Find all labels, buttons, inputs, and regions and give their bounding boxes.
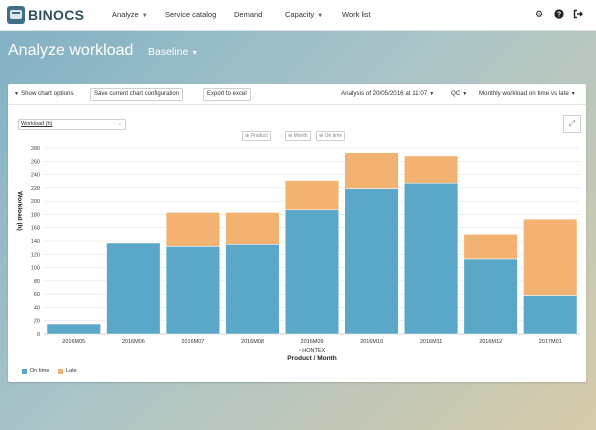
x-tick-label: 2016M10	[360, 339, 383, 345]
nav-analyze-label: Analyze	[112, 10, 139, 19]
bar-on-time	[106, 242, 161, 335]
x-tick-label: 2016M05	[62, 339, 85, 345]
chevron-down-icon: ▼	[570, 91, 576, 97]
nav-analyze[interactable]: Analyze ▼	[112, 10, 148, 19]
bar-on-time	[46, 323, 101, 335]
bar-late	[344, 152, 399, 189]
filter-month[interactable]: ⊕ Month	[285, 131, 311, 141]
x-tick-label: 2016M12	[479, 339, 502, 345]
chevron-down-icon: ▼	[317, 13, 324, 19]
qc-label: QC	[451, 90, 461, 97]
top-navigation-bar: BINOCS Analyze ▼ Service catalog Demand C…	[0, 0, 596, 31]
chevron-down-icon: ▼	[191, 50, 199, 57]
bar-on-time	[523, 295, 578, 335]
bar-on-time	[404, 182, 459, 335]
y-tick-label: 120	[31, 252, 40, 258]
y-tick-label: 20	[34, 319, 40, 325]
x-tick-label: 2017M01	[539, 339, 562, 345]
filter-on-time-label: On time	[324, 133, 343, 139]
chevron-down-icon: ▼	[462, 91, 468, 97]
analysis-label: Analysis of 20/05/2016 at 11:07	[341, 90, 428, 97]
bar-on-time	[344, 188, 399, 335]
chevron-down-icon: ⌄	[117, 121, 122, 127]
y-axis-label: Workload (h)	[16, 191, 23, 231]
bar-late	[165, 212, 220, 247]
expand-chart-icon[interactable]: ⤢	[563, 115, 581, 133]
svg-text:?: ?	[557, 12, 561, 19]
page-title: Analyze workload	[8, 42, 134, 59]
qc-selector[interactable]: QC ▼	[451, 90, 467, 97]
x-tick-label: 2016M06	[122, 339, 145, 345]
bar-on-time	[463, 258, 518, 335]
measure-label: Workload (h)	[21, 121, 53, 127]
nav-service-catalog[interactable]: Service catalog	[165, 10, 216, 19]
view-label: Monthly workload on time vs late	[479, 90, 569, 97]
chevron-down-icon: ▼	[14, 91, 19, 97]
y-tick-label: 180	[31, 212, 40, 218]
filter-product-label: Product	[250, 133, 268, 139]
bar-late	[225, 212, 280, 245]
scenario-selector[interactable]: Baseline ▼	[148, 46, 198, 58]
save-configuration-button[interactable]: Save current chart configuration	[90, 88, 184, 101]
export-to-excel-button[interactable]: Export to excel	[203, 88, 251, 101]
y-tick-label: 220	[31, 186, 40, 192]
bar-late	[284, 180, 340, 211]
y-tick-label: 60	[34, 292, 40, 298]
bar-on-time	[165, 246, 220, 335]
nav-capacity[interactable]: Capacity ▼	[285, 10, 323, 19]
show-chart-options-toggle[interactable]: ▼ Show chart options	[14, 90, 74, 97]
legend-swatch-on-time	[22, 368, 27, 374]
y-tick-label: 260	[31, 159, 40, 165]
legend-label-on-time: On time	[30, 368, 50, 374]
show-chart-options-label: Show chart options	[20, 90, 74, 97]
scenario-label: Baseline	[148, 46, 189, 58]
filter-month-label: Month	[293, 133, 308, 139]
x-tick-label: 2016M11	[420, 339, 443, 345]
y-tick-label: 280	[31, 146, 40, 152]
chart-panel: ▼ Show chart options Save current chart c…	[8, 84, 586, 382]
bar-late	[523, 218, 578, 296]
y-tick-label: 0	[37, 332, 40, 338]
y-tick-label: 40	[34, 305, 40, 311]
brand-name: BINOCS	[28, 7, 85, 23]
view-selector[interactable]: Monthly workload on time vs late ▼	[479, 90, 576, 97]
bar-on-time	[225, 244, 280, 335]
legend-item-on-time[interactable]: On time	[22, 368, 49, 374]
bar-on-time	[284, 209, 340, 335]
y-tick-label: 200	[31, 199, 40, 205]
chart-toolbar: ▼ Show chart options Save current chart c…	[8, 84, 586, 105]
chevron-down-icon: ▼	[429, 91, 435, 97]
nav-demand[interactable]: Demand	[234, 10, 262, 19]
brand-logo[interactable]: BINOCS	[7, 5, 84, 25]
y-tick-label: 160	[31, 226, 40, 232]
y-tick-label: 100	[31, 266, 40, 272]
bar-late	[463, 234, 518, 260]
x-tick-label: 2016M07	[181, 339, 204, 345]
chevron-down-icon: ▼	[141, 13, 148, 19]
x-tick-label: 2016M08	[241, 339, 264, 345]
analysis-selector[interactable]: Analysis of 20/05/2016 at 11:07 ▼	[341, 90, 434, 97]
help-icon[interactable]: ?	[554, 9, 564, 19]
filter-product[interactable]: ⊕ Product	[242, 131, 271, 141]
gear-icon[interactable]: ⚙	[534, 9, 544, 19]
bar-late	[404, 155, 459, 184]
measure-dropdown[interactable]: Workload (h) ⌄	[18, 119, 126, 130]
y-tick-label: 240	[31, 173, 40, 179]
legend-swatch-late	[58, 368, 63, 374]
legend-item-late[interactable]: Late	[58, 368, 77, 374]
binocs-logo-icon	[7, 6, 25, 24]
nav-work-list[interactable]: Work list	[342, 10, 371, 19]
group-label: ▫ HONTEX	[299, 348, 326, 354]
x-tick-label: 2016M09	[301, 339, 324, 345]
y-tick-label: 140	[31, 239, 40, 245]
nav-capacity-label: Capacity	[285, 10, 315, 19]
y-tick-label: 80	[34, 279, 40, 285]
filter-on-time[interactable]: ⊕ On time	[316, 131, 346, 141]
logout-icon[interactable]	[573, 9, 583, 19]
legend-label-late: Late	[66, 368, 77, 374]
workload-bar-chart: 0 20 40 60 80 100 120 140 160 180 200 220 240 260 280 W…	[16, 146, 580, 362]
x-axis-label: Product / Month	[287, 355, 336, 362]
